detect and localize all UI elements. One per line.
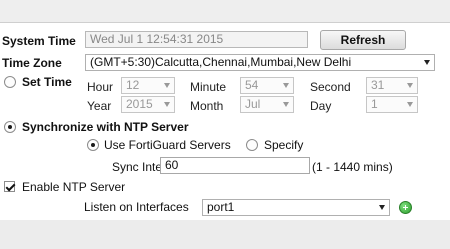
second-label: Second: [310, 80, 351, 94]
year-value: 2015: [126, 97, 153, 111]
day-label: Day: [310, 99, 332, 113]
month-label: Month: [190, 99, 224, 113]
bottom-strip: [0, 220, 450, 249]
minute-label: Minute: [190, 80, 227, 94]
system-time-display: Wed Jul 1 12:54:31 2015: [85, 31, 308, 48]
month-select[interactable]: Jul: [240, 96, 294, 113]
top-strip: [0, 0, 450, 22]
minute-select[interactable]: 54: [240, 77, 294, 94]
day-value: 1: [371, 97, 378, 111]
system-time-label: System Time: [2, 34, 76, 48]
year-label: Year: [87, 99, 112, 113]
use-fortiguard-radio[interactable]: [87, 139, 99, 151]
year-select[interactable]: 2015: [121, 96, 175, 113]
hour-label: Hour: [87, 80, 114, 94]
chevron-down-icon: [164, 102, 170, 107]
divider: [0, 22, 450, 23]
chevron-down-icon: [407, 102, 413, 107]
sync-interval-input[interactable]: 60: [160, 157, 310, 174]
refresh-button[interactable]: Refresh: [320, 30, 406, 50]
time-zone-select[interactable]: (GMT+5:30)Calcutta,Chennai,Mumbai,New De…: [85, 54, 435, 71]
chevron-down-icon: [407, 83, 413, 88]
chevron-down-icon: [424, 60, 430, 65]
day-select[interactable]: 1: [366, 96, 418, 113]
use-fortiguard-label: Use FortiGuard Servers: [104, 138, 231, 152]
listen-interfaces-label: Listen on Interfaces: [84, 200, 189, 214]
chevron-down-icon: [283, 102, 289, 107]
chevron-down-icon: [379, 205, 385, 210]
ntp-sync-radio[interactable]: [4, 121, 16, 133]
ntp-sync-label: Synchronize with NTP Server: [22, 120, 189, 134]
set-time-radio[interactable]: [4, 76, 16, 88]
second-value: 31: [371, 78, 385, 92]
specify-label: Specify: [264, 138, 304, 152]
listen-interfaces-value: port1: [207, 200, 235, 214]
set-time-label: Set Time: [22, 75, 72, 89]
add-icon[interactable]: [399, 201, 412, 214]
time-zone-label: Time Zone: [2, 56, 62, 70]
enable-ntp-server-checkbox[interactable]: [4, 181, 15, 192]
listen-interfaces-select[interactable]: port1: [202, 199, 390, 216]
chevron-down-icon: [164, 83, 170, 88]
chevron-down-icon: [283, 83, 289, 88]
hour-value: 12: [126, 78, 140, 92]
time-zone-value: (GMT+5:30)Calcutta,Chennai,Mumbai,New De…: [90, 55, 352, 69]
minute-value: 54: [245, 78, 259, 92]
month-value: Jul: [245, 97, 261, 111]
hour-select[interactable]: 12: [121, 77, 175, 94]
enable-ntp-server-label: Enable NTP Server: [22, 180, 126, 194]
second-select[interactable]: 31: [366, 77, 418, 94]
sync-interval-range: (1 - 1440 mins): [312, 160, 393, 174]
specify-radio[interactable]: [246, 139, 258, 151]
